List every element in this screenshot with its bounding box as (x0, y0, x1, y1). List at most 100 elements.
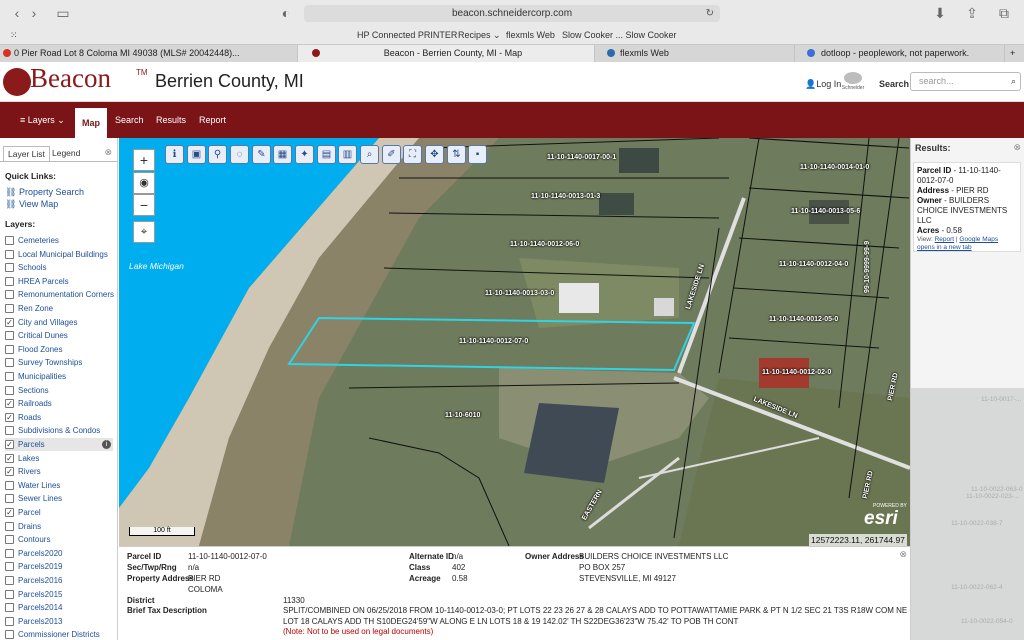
layer-checkbox[interactable] (5, 236, 14, 245)
result-card[interactable]: Parcel ID - 11-10-1140-0012-07-0 Address… (913, 162, 1021, 252)
layer-checkbox[interactable] (5, 249, 14, 259)
forward-icon[interactable]: › (25, 6, 43, 21)
login-link[interactable]: 👤Log In (805, 79, 841, 90)
layer-item[interactable]: ✓ Roads (5, 411, 113, 424)
share-icon[interactable]: ⇪ (963, 6, 981, 21)
layer-checkbox[interactable] (5, 263, 14, 273)
map-view[interactable]: Lake Michigan 11-10-1140-0017-00-1 11-10… (119, 138, 910, 546)
move-icon[interactable]: ✥ (425, 145, 444, 164)
beacon-logo[interactable]: Beacon (30, 63, 111, 94)
layer-item[interactable]: Parcels2019 (5, 560, 113, 573)
layer-image-icon[interactable]: ▦ (273, 145, 292, 164)
layer-checkbox[interactable] (5, 535, 14, 545)
layer-checkbox[interactable] (5, 548, 14, 558)
layer-item[interactable]: Parcels2020 (5, 547, 113, 560)
layer-checkbox[interactable] (5, 290, 14, 300)
layer-checkbox[interactable] (5, 480, 14, 490)
shield-icon[interactable]: ◐ (277, 6, 295, 21)
buffer-icon[interactable]: ◌ (230, 145, 249, 164)
tabs-overview-icon[interactable]: ⧉ (995, 6, 1013, 21)
layer-item[interactable]: Cemeteries (5, 234, 113, 247)
layer-item[interactable]: Survey Townships (5, 356, 113, 369)
layer-checkbox[interactable] (5, 562, 14, 572)
full-extent-icon[interactable]: ⛶ (403, 145, 422, 164)
address-bar[interactable]: beacon.schneidercorp.com ↻ (304, 5, 720, 22)
layer-checkbox[interactable] (5, 426, 14, 436)
print-icon[interactable]: ▥ (338, 145, 357, 164)
layer-item[interactable]: Water Lines (5, 479, 113, 492)
layer-item[interactable]: ✓ Parcels i (5, 438, 113, 451)
new-tab-button[interactable]: + (1005, 45, 1024, 63)
bookmark-item[interactable]: HP Connected PRINTER (357, 30, 457, 40)
layer-checkbox[interactable] (5, 589, 14, 599)
layer-checkbox[interactable] (5, 576, 14, 585)
browser-tab-active[interactable]: Beacon - Berrien County, MI - Map (298, 45, 595, 63)
search-input[interactable]: search... ⌕ (910, 72, 1021, 91)
close-icon[interactable]: ⊗ (1013, 142, 1021, 153)
layer-item[interactable]: Municipalities (5, 370, 113, 383)
layer-item[interactable]: Commissioner Districts (5, 628, 113, 640)
download-icon[interactable]: ⬇ (931, 6, 949, 21)
layer-item[interactable]: ✓ City and Villages (5, 316, 113, 329)
zoom-out-button[interactable]: − (133, 194, 155, 216)
search-icon[interactable]: ⌕ (1011, 73, 1016, 90)
view-map-link[interactable]: ⛓ View Map (5, 199, 58, 210)
layer-checkbox[interactable] (5, 630, 14, 640)
back-icon[interactable]: ‹ (8, 6, 26, 21)
layer-item[interactable]: Parcels2015 (5, 588, 113, 601)
eraser-icon[interactable]: ✎ (252, 145, 271, 164)
tab-map[interactable]: Map (75, 108, 107, 138)
tab-layer-list[interactable]: Layer List (3, 146, 50, 161)
close-icon[interactable]: ⊗ (104, 147, 112, 158)
property-search-link[interactable]: ⛓ Property Search (5, 187, 84, 198)
layer-checkbox[interactable] (5, 385, 14, 395)
layer-checkbox[interactable] (5, 276, 14, 286)
layer-info-icon[interactable]: i (102, 440, 111, 449)
layer-checkbox[interactable]: ✓ (5, 440, 14, 449)
layer-item[interactable]: Sewer Lines (5, 492, 113, 505)
report-link[interactable]: Report (935, 236, 955, 243)
layer-checkbox[interactable]: ✓ (5, 508, 14, 517)
layer-checkbox[interactable] (5, 331, 14, 341)
beacon-logo-icon[interactable] (3, 68, 31, 96)
layer-item[interactable]: ✓ Rivers (5, 465, 113, 478)
bookmark-item[interactable]: Recipes ⌄ (458, 30, 501, 41)
close-icon[interactable]: ⊗ (899, 549, 907, 560)
globe-icon[interactable]: ◉ (133, 172, 155, 194)
layer-item[interactable]: Local Municipal Buildings (5, 248, 113, 261)
layer-item[interactable]: Drains (5, 520, 113, 533)
layer-checkbox[interactable] (5, 358, 14, 368)
layer-item[interactable]: Remonumentation Corners (5, 288, 114, 301)
layer-checkbox[interactable]: ✓ (5, 467, 14, 477)
select-icon[interactable]: ▣ (187, 145, 206, 164)
measure-icon[interactable]: ▤ (317, 145, 336, 164)
layer-checkbox[interactable] (5, 603, 14, 613)
layer-item[interactable]: Parcels2013 (5, 615, 113, 628)
layer-item[interactable]: ✓ Lakes (5, 452, 113, 465)
layer-item[interactable]: Ren Zone (5, 302, 113, 315)
marker-icon[interactable]: ✦ (295, 145, 314, 164)
tab-legend[interactable]: Legend (52, 148, 80, 158)
layer-item[interactable]: Parcels2014 (5, 601, 113, 614)
layer-checkbox[interactable] (5, 616, 14, 626)
browser-tab[interactable]: dotloop - peoplework, not paperwork. (795, 45, 1005, 63)
browser-tab[interactable]: flexmls Web (595, 45, 795, 63)
layer-checkbox[interactable]: ✓ (5, 453, 14, 463)
layer-item[interactable]: HREA Parcels (5, 275, 113, 288)
reload-icon[interactable]: ↻ (706, 5, 714, 22)
layer-item[interactable]: Critical Dunes (5, 329, 113, 342)
layer-item[interactable]: Parcels2016 (5, 574, 113, 587)
tab-search[interactable]: Search (115, 102, 144, 138)
apps-grid-icon[interactable]: ⁙ (10, 30, 18, 41)
layer-item[interactable]: ✓ Railroads (5, 397, 113, 410)
browser-tab[interactable]: 0 Pier Road Lot 8 Coloma MI 49038 (MLS# … (0, 45, 298, 63)
save-icon[interactable]: ▪ (468, 145, 487, 164)
layer-checkbox[interactable] (5, 344, 14, 354)
sidebar-toggle-icon[interactable]: ▭ (54, 6, 72, 21)
bookmark-item[interactable]: Slow Cooker ... Slow Cooker (562, 30, 677, 40)
search-map-icon[interactable]: ⌕ (360, 145, 379, 164)
export-icon[interactable]: ⇅ (447, 145, 466, 164)
tab-results[interactable]: Results (156, 102, 186, 138)
zoom-in-button[interactable]: + (133, 149, 155, 171)
layer-checkbox[interactable]: ✓ (5, 317, 14, 327)
